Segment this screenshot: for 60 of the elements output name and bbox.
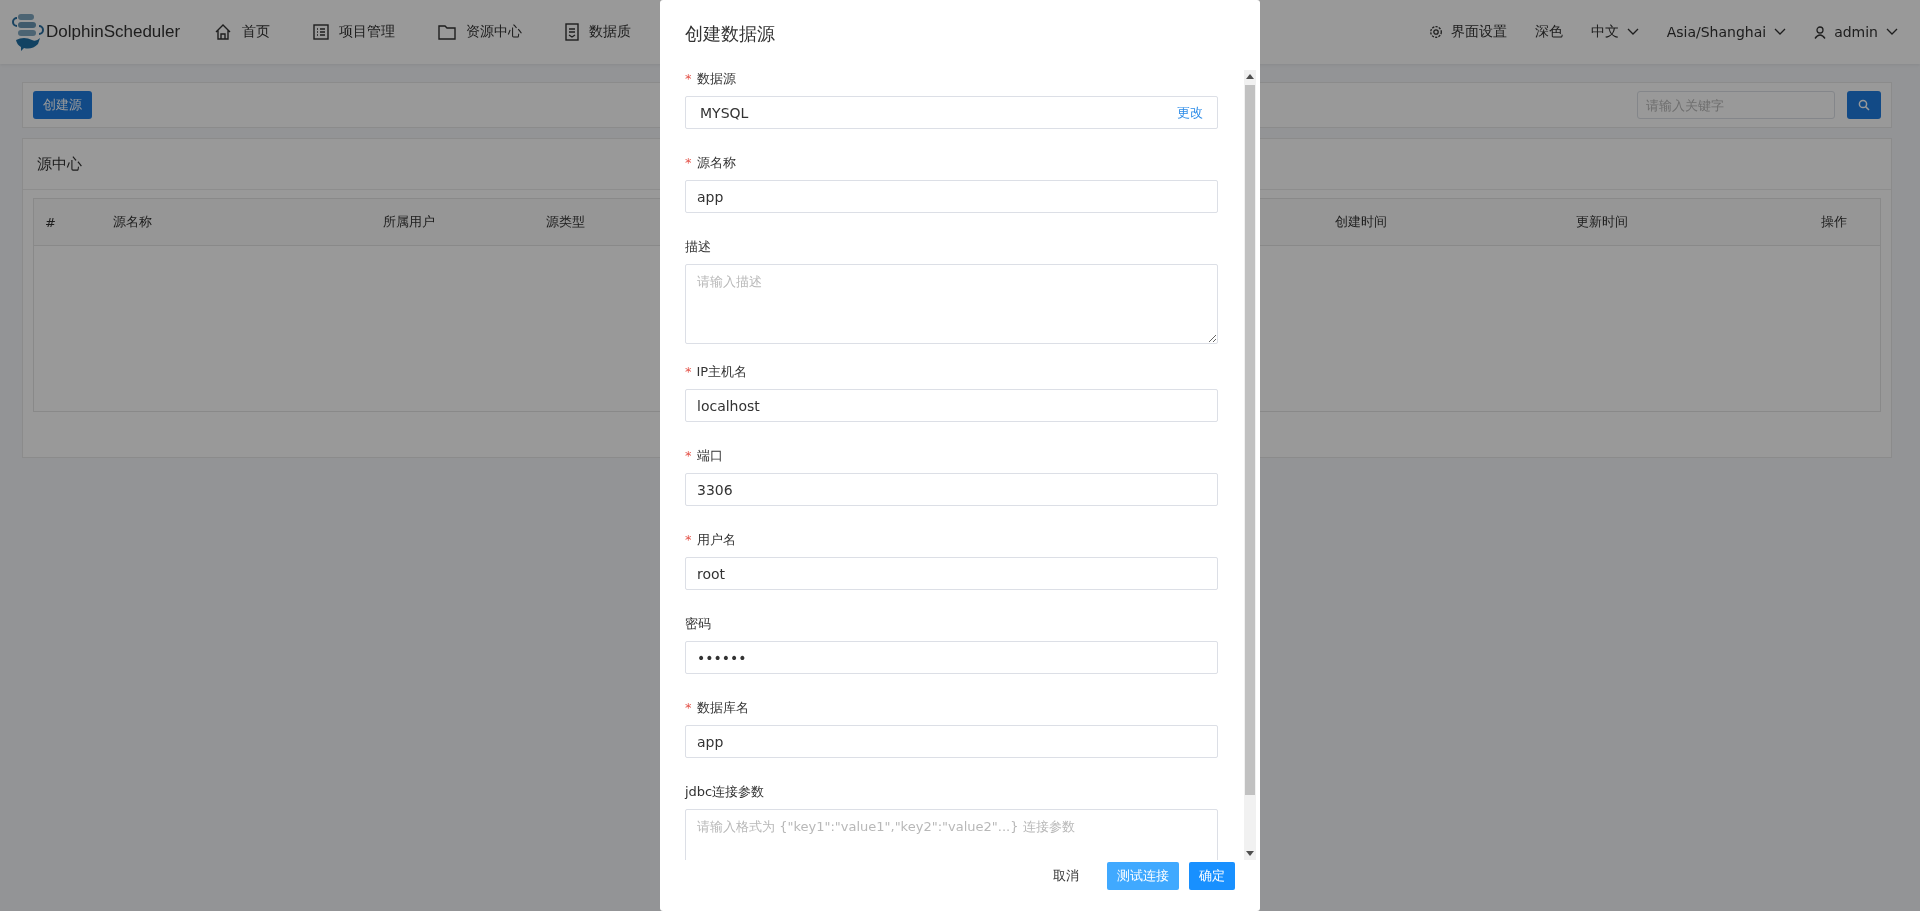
cancel-button[interactable]: 取消	[1043, 862, 1089, 890]
nav-item[interactable]: 首页	[214, 23, 271, 41]
textarea-field[interactable]: 请输入格式为 {"key1":"value1","key2":"value2"...} 连接参数	[685, 809, 1218, 860]
language-dropdown[interactable]: 中文	[1590, 23, 1639, 41]
field-label: 用户名	[696, 532, 736, 547]
column-header: 所属用户	[382, 213, 436, 231]
field-value: MYSQL	[700, 104, 749, 121]
column-header: 更新时间	[1575, 213, 1629, 231]
brand-name: DolphinScheduler	[46, 22, 181, 42]
field-label: 密码	[685, 616, 711, 631]
user-icon	[1814, 25, 1827, 39]
scrollbar[interactable]	[1244, 70, 1256, 860]
column-header: 操作	[1820, 213, 1848, 231]
input-field[interactable]: localhost	[685, 389, 1218, 422]
column-header: #	[44, 214, 57, 230]
search-icon	[1858, 99, 1870, 111]
change-link[interactable]: 更改	[1177, 103, 1203, 122]
search-button[interactable]	[1847, 91, 1881, 119]
datasource-type-field[interactable]: MYSQL 更改	[685, 96, 1218, 129]
required-marker: *	[685, 364, 692, 379]
document-icon	[565, 23, 580, 41]
required-marker: *	[685, 448, 692, 463]
field-label: 数据库名	[696, 700, 749, 715]
column-header: 创建时间	[1334, 213, 1388, 231]
field-label: jdbc连接参数	[685, 784, 765, 799]
nav-item[interactable]: 数据质	[565, 23, 632, 41]
field-label: IP主机名	[696, 364, 748, 379]
list-icon	[313, 24, 330, 40]
input-field[interactable]: app	[685, 725, 1218, 758]
required-marker: *	[685, 700, 692, 715]
field-label: 描述	[685, 239, 711, 254]
create-button[interactable]: 创建源	[33, 91, 92, 119]
column-header: 源名称	[112, 213, 153, 231]
chevron-down-icon	[1886, 28, 1898, 36]
input-field[interactable]: ••••••	[685, 641, 1218, 674]
field-label: 数据源	[696, 71, 736, 86]
column-header: 源类型	[545, 213, 586, 231]
field-label: 源名称	[696, 155, 736, 170]
input-field[interactable]: app	[685, 180, 1218, 213]
timezone-dropdown[interactable]: Asia/Shanghai	[1666, 24, 1787, 40]
chevron-down-icon	[1774, 28, 1787, 36]
confirm-button[interactable]: 确定	[1189, 862, 1235, 890]
chevron-down-icon	[1626, 28, 1639, 36]
required-marker: *	[685, 155, 692, 170]
input-field[interactable]: 3306	[685, 473, 1218, 506]
dialog-title: 创建数据源	[684, 22, 776, 46]
input-field[interactable]: root	[685, 557, 1218, 590]
logo-drawing	[12, 12, 44, 52]
field-label: 端口	[696, 448, 723, 463]
user-menu[interactable]: admin	[1814, 24, 1898, 40]
folder-icon	[438, 24, 457, 40]
settings-icon	[1428, 25, 1443, 39]
required-marker: *	[685, 532, 692, 547]
theme-toggle[interactable]: 深色	[1534, 23, 1563, 41]
nav-item[interactable]: 项目管理	[313, 23, 396, 41]
required-marker: *	[685, 71, 692, 86]
nav-item[interactable]: 资源中心	[438, 23, 523, 41]
settings-menu[interactable]: 界面设置	[1428, 23, 1507, 41]
textarea-field[interactable]: 请输入描述	[685, 264, 1218, 344]
home-icon	[214, 23, 233, 41]
